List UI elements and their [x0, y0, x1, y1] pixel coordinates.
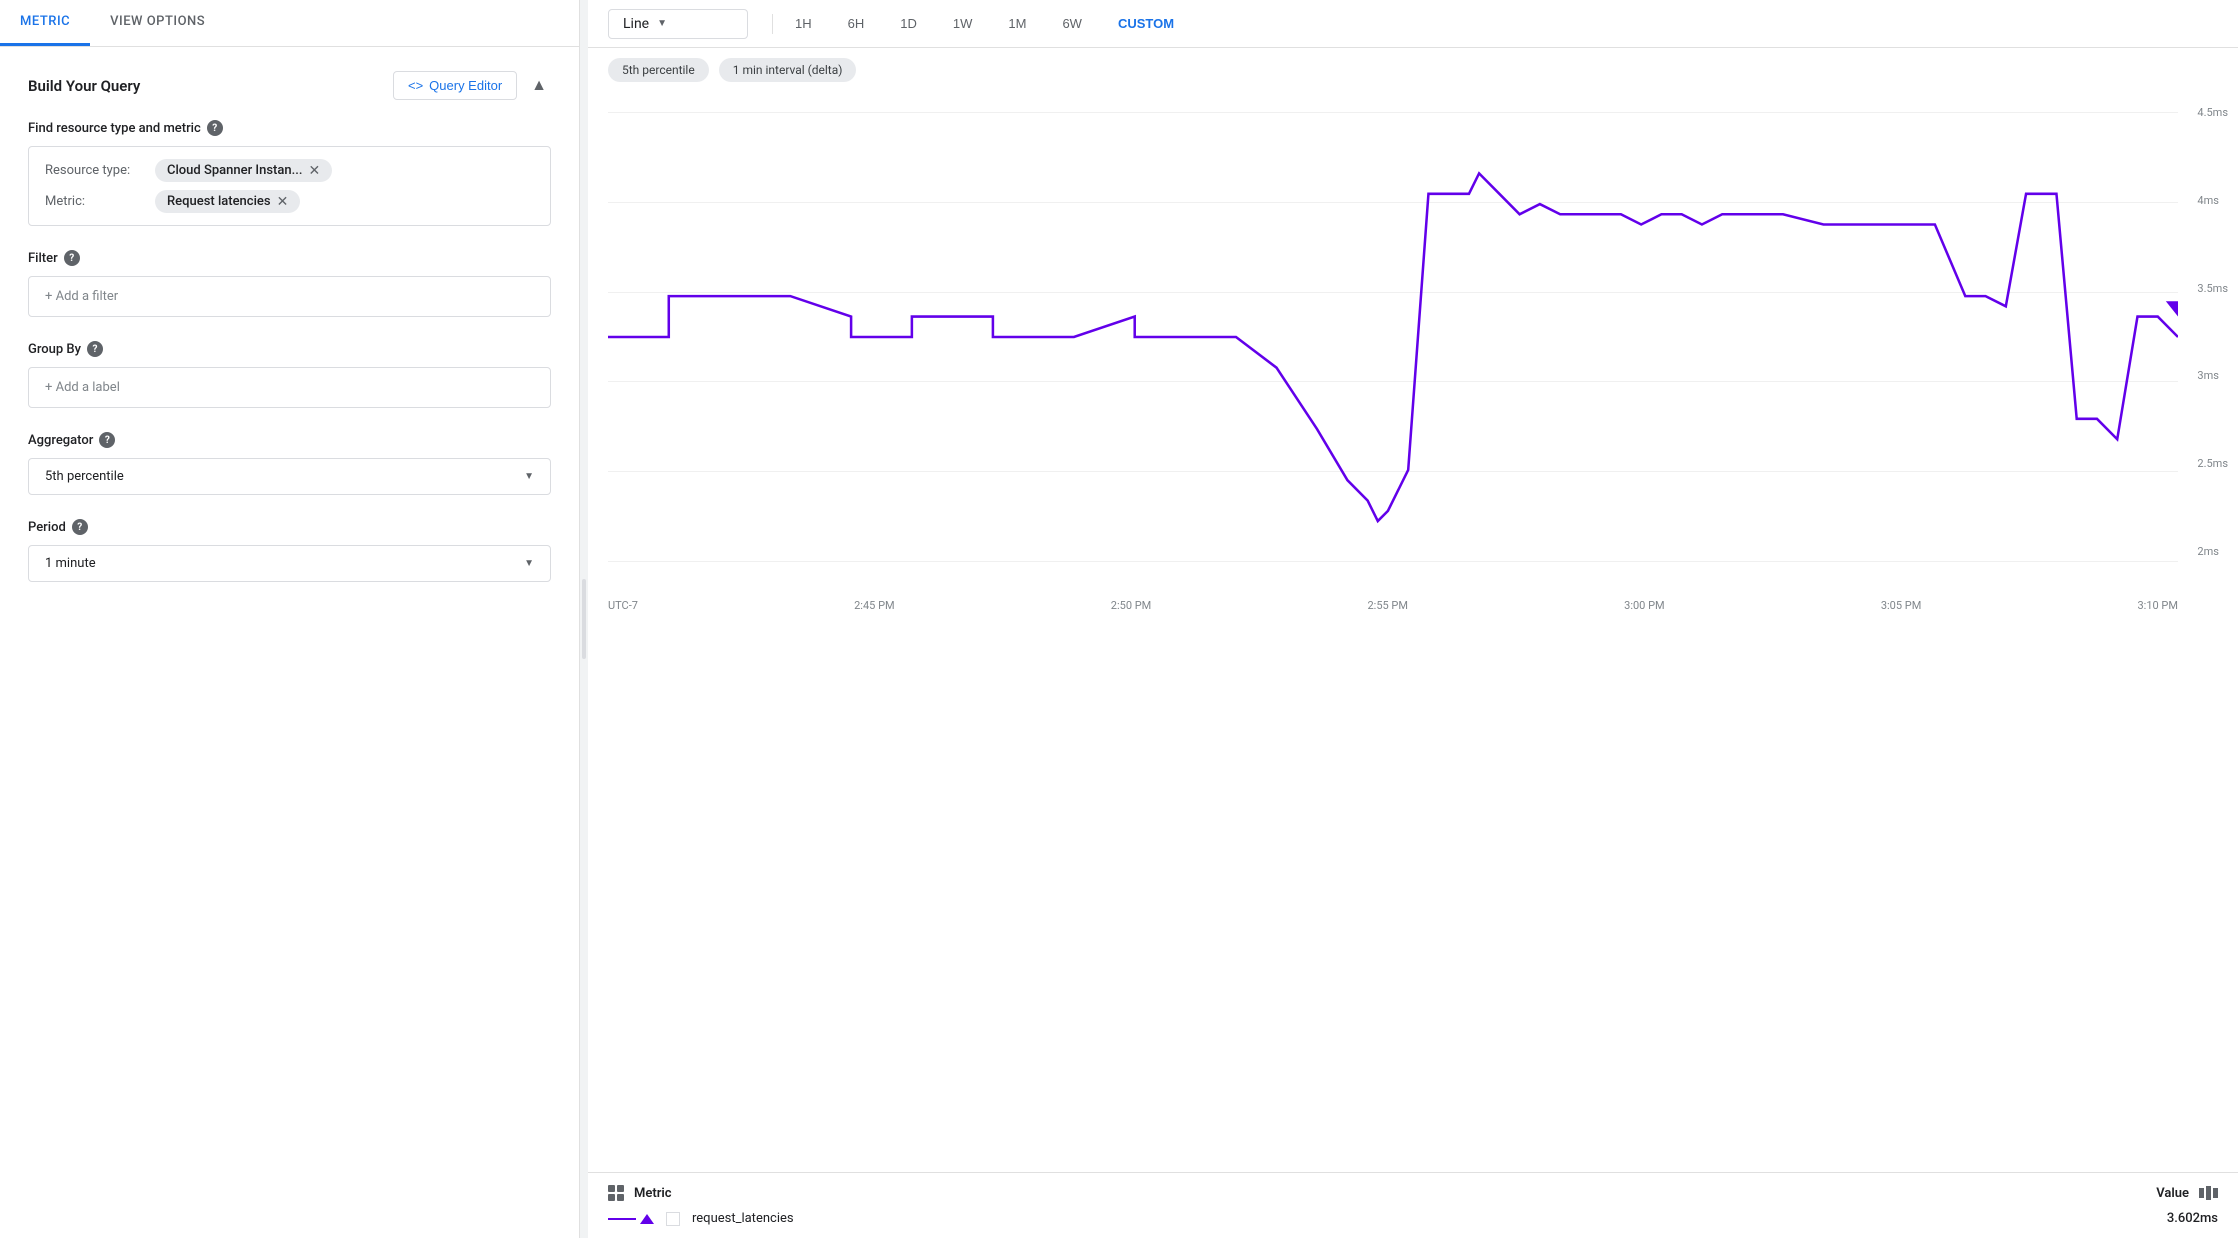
group-by-label: Group By ?: [28, 341, 551, 357]
scrollbar-thumb: [582, 579, 586, 659]
col-bar-2: [2206, 1186, 2211, 1200]
time-btn-1m[interactable]: 1M: [990, 8, 1044, 39]
period-select[interactable]: 1 minute ▼: [28, 545, 551, 582]
time-btn-6w[interactable]: 6W: [1044, 8, 1100, 39]
filter-label: Filter ?: [28, 250, 551, 266]
panel-content: Build Your Query <> Query Editor ▲ Find …: [0, 47, 579, 1238]
find-resource-section: Find resource type and metric ? Resource…: [28, 120, 551, 226]
filter-input[interactable]: + Add a filter: [28, 276, 551, 317]
percentile-chip[interactable]: 5th percentile: [608, 58, 709, 82]
y-axis: 4.5ms 4ms 3.5ms 3ms 2.5ms 2ms: [2197, 102, 2228, 562]
find-resource-help-icon[interactable]: ?: [207, 120, 223, 136]
legend-area: Metric Value request_la: [588, 1172, 2238, 1238]
period-label: Period ?: [28, 519, 551, 535]
grid-cell-3: [608, 1194, 615, 1201]
legend-header: Metric Value: [608, 1185, 2218, 1201]
resource-type-label: Resource type:: [45, 163, 145, 178]
aggregator-label: Aggregator ?: [28, 432, 551, 448]
legend-metric-name: request_latencies: [692, 1211, 2155, 1226]
filter-help-icon[interactable]: ?: [64, 250, 80, 266]
legend-line: [608, 1218, 636, 1220]
resource-type-close[interactable]: ✕: [308, 164, 320, 178]
time-btn-1h[interactable]: 1H: [777, 8, 830, 39]
build-query-header: Build Your Query <> Query Editor ▲: [28, 71, 551, 100]
toolbar-divider: [772, 14, 773, 34]
col-bar-3: [2213, 1188, 2218, 1198]
legend-triangle-icon: [640, 1214, 654, 1224]
metric-row: Metric: Request latencies ✕: [45, 190, 534, 213]
chart-container: 4.5ms 4ms 3.5ms 3ms 2.5ms 2ms: [588, 102, 2238, 622]
query-editor-button[interactable]: <> Query Editor: [393, 71, 517, 100]
group-by-help-icon[interactable]: ?: [87, 341, 103, 357]
legend-value-header: Value: [2156, 1186, 2189, 1201]
metric-label: Metric:: [45, 194, 145, 209]
x-axis: UTC-7 2:45 PM 2:50 PM 2:55 PM 3:00 PM 3:…: [608, 599, 2178, 612]
legend-row: request_latencies 3.602ms: [608, 1211, 2218, 1226]
chart-type-arrow-icon: ▼: [657, 18, 667, 29]
find-resource-label: Find resource type and metric ?: [28, 120, 551, 136]
tab-view-options[interactable]: VIEW OPTIONS: [90, 0, 225, 46]
resource-type-row: Resource type: Cloud Spanner Instan... ✕: [45, 159, 534, 182]
legend-line-icon: [608, 1214, 654, 1224]
metric-chip[interactable]: Request latencies ✕: [155, 190, 300, 213]
scrollbar[interactable]: [580, 0, 588, 1238]
tab-metric[interactable]: METRIC: [0, 0, 90, 46]
period-arrow-icon: ▼: [524, 558, 534, 569]
collapse-button[interactable]: ▲: [527, 73, 551, 99]
time-btn-1d[interactable]: 1D: [882, 8, 935, 39]
grid-cell-4: [617, 1194, 624, 1201]
columns-icon[interactable]: [2199, 1186, 2218, 1200]
group-by-section: Group By ? + Add a label: [28, 341, 551, 408]
time-btn-custom[interactable]: CUSTOM: [1100, 8, 1192, 39]
period-section: Period ? 1 minute ▼: [28, 519, 551, 582]
chart-area: 4.5ms 4ms 3.5ms 3ms 2.5ms 2ms: [588, 92, 2238, 1172]
resource-type-chip[interactable]: Cloud Spanner Instan... ✕: [155, 159, 332, 182]
time-btn-6h[interactable]: 6H: [830, 8, 883, 39]
legend-checkbox[interactable]: [666, 1212, 680, 1226]
chart-toolbar: Line ▼ 1H 6H 1D 1W 1M 6W CUSTOM: [588, 0, 2238, 48]
interval-chip[interactable]: 1 min interval (delta): [719, 58, 857, 82]
time-range-buttons: 1H 6H 1D 1W 1M 6W CUSTOM: [768, 8, 1192, 39]
aggregator-section: Aggregator ? 5th percentile ▼: [28, 432, 551, 495]
grid-cell-1: [608, 1185, 615, 1192]
legend-metric-header: Metric: [634, 1186, 672, 1201]
chart-type-select[interactable]: Line ▼: [608, 9, 748, 39]
aggregator-arrow-icon: ▼: [524, 471, 534, 482]
legend-header-right: Value: [2156, 1186, 2218, 1201]
right-panel: Line ▼ 1H 6H 1D 1W 1M 6W CUSTOM 5th perc…: [588, 0, 2238, 1238]
aggregator-select[interactable]: 5th percentile ▼: [28, 458, 551, 495]
grid-cell-2: [617, 1185, 624, 1192]
legend-grid-icon: [608, 1185, 624, 1201]
legend-header-left: Metric: [608, 1185, 672, 1201]
period-help-icon[interactable]: ?: [72, 519, 88, 535]
time-btn-1w[interactable]: 1W: [935, 8, 991, 39]
tabs-bar: METRIC VIEW OPTIONS: [0, 0, 579, 47]
metric-close[interactable]: ✕: [277, 195, 289, 209]
col-bar-1: [2199, 1188, 2204, 1198]
aggregator-help-icon[interactable]: ?: [99, 432, 115, 448]
chart-svg: [608, 112, 2178, 562]
code-icon: <>: [408, 78, 423, 93]
legend-value: 3.602ms: [2167, 1211, 2218, 1226]
filter-section: Filter ? + Add a filter: [28, 250, 551, 317]
left-panel: METRIC VIEW OPTIONS Build Your Query <> …: [0, 0, 580, 1238]
filter-chips-bar: 5th percentile 1 min interval (delta): [588, 48, 2238, 92]
build-query-title: Build Your Query: [28, 77, 140, 95]
group-by-input[interactable]: + Add a label: [28, 367, 551, 408]
resource-box: Resource type: Cloud Spanner Instan... ✕…: [28, 146, 551, 226]
